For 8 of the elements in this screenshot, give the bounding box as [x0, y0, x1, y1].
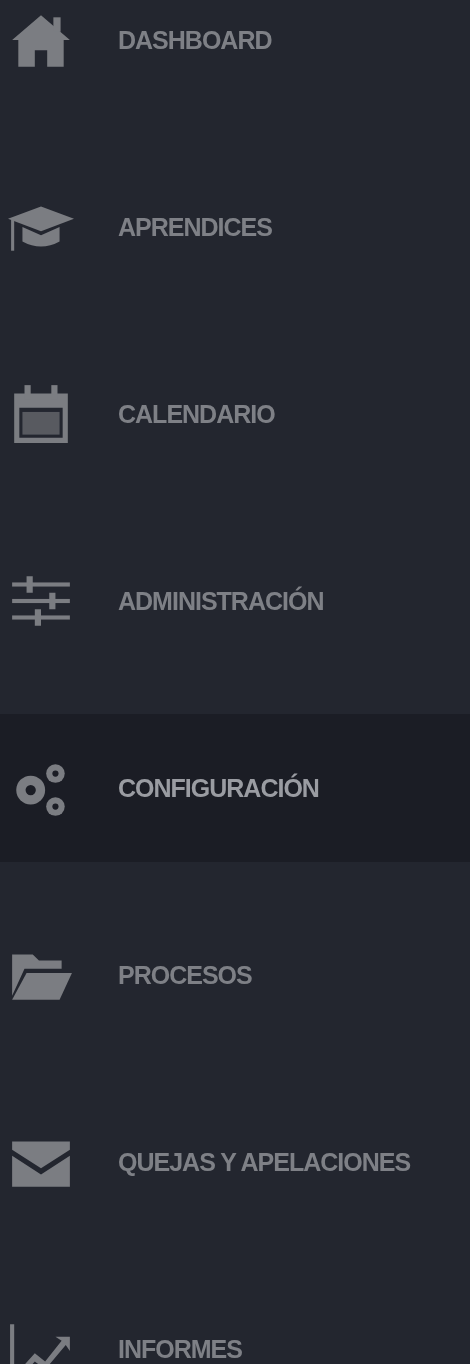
- sidebar-item[interactable]: PROCESOS: [0, 901, 470, 1049]
- sidebar-item[interactable]: APRENDICES: [0, 153, 470, 301]
- sidebar-item[interactable]: CALENDARIO: [0, 340, 470, 488]
- sidebar-item[interactable]: INFORMES: [0, 1275, 470, 1364]
- sidebar-item[interactable]: ADMINISTRACIÓN: [0, 527, 470, 675]
- sidebar-item[interactable]: QUEJAS Y APELACIONES: [0, 1088, 470, 1236]
- sidebar-item[interactable]: CONFIGURACIÓN: [0, 714, 470, 862]
- sidebar-item[interactable]: DASHBOARD: [0, 0, 470, 114]
